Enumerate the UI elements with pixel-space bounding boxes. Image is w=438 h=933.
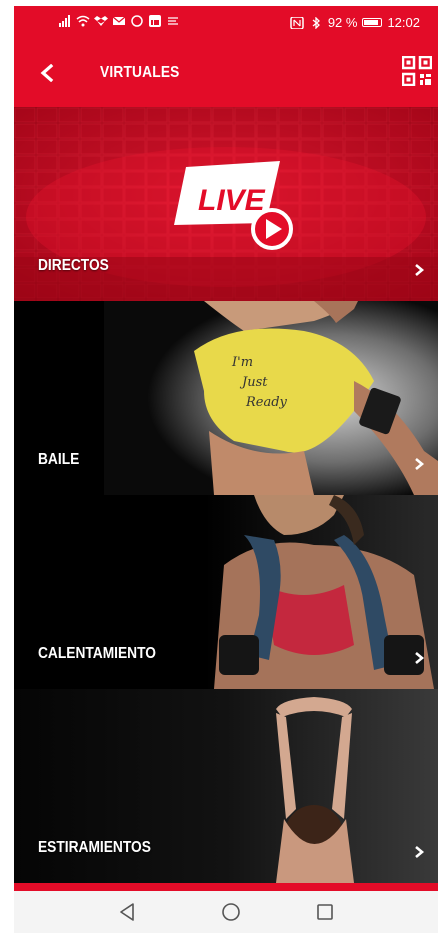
notification-icon	[168, 17, 178, 25]
category-label: DIRECTOS	[38, 257, 109, 274]
chevron-right-icon	[415, 652, 425, 664]
whatsapp-icon	[131, 15, 143, 27]
svg-text:Ready: Ready	[245, 395, 288, 410]
category-card-baile[interactable]: I'm Just Ready BAILE	[14, 301, 438, 495]
status-bar: 92 % 12:02	[14, 6, 438, 38]
category-list: LIVE DIRECTOS I'm Just Ready BAILE CALEN…	[14, 107, 438, 883]
nfc-icon	[290, 16, 304, 29]
back-button[interactable]	[30, 56, 64, 90]
chevron-right-icon	[415, 264, 425, 276]
app-screen: 92 % 12:02 VIRTUALES LIVE DIRECTOS I'm J…	[14, 6, 438, 891]
svg-text:I'm: I'm	[231, 355, 253, 370]
page-title: VIRTUALES	[100, 64, 180, 81]
category-card-directos[interactable]: LIVE DIRECTOS	[14, 107, 438, 301]
home-circle-icon[interactable]	[220, 901, 242, 923]
status-icons-left	[58, 15, 180, 27]
recents-square-icon[interactable]	[314, 901, 336, 923]
category-label: CALENTAMIENTO	[38, 645, 156, 662]
signal-icon	[59, 15, 70, 27]
mail-icon	[112, 16, 126, 25]
linkedin-icon	[149, 15, 161, 27]
app-bar: VIRTUALES	[14, 38, 438, 108]
chevron-right-icon	[415, 846, 425, 858]
chevron-right-icon	[415, 458, 425, 470]
status-time: 12:02	[387, 15, 420, 30]
category-label: BAILE	[38, 451, 80, 468]
live-badge-text: LIVE	[198, 184, 266, 217]
category-card-estiramientos[interactable]: ESTIRAMIENTOS	[14, 689, 438, 883]
system-nav-bar	[14, 891, 438, 933]
chevron-left-icon	[40, 64, 54, 82]
qr-code-icon	[401, 55, 433, 87]
qr-code-button[interactable]	[401, 55, 436, 90]
bluetooth-icon	[312, 16, 320, 29]
wifi-icon	[76, 15, 90, 27]
battery-icon	[362, 18, 383, 27]
dropbox-icon	[94, 16, 108, 26]
status-icons-right: 92 % 12:02	[290, 15, 420, 30]
back-triangle-icon[interactable]	[116, 901, 138, 923]
battery-percent: 92 %	[327, 15, 358, 30]
category-card-calentamiento[interactable]: CALENTAMIENTO	[14, 495, 438, 689]
svg-text:Just: Just	[239, 375, 268, 390]
category-label: ESTIRAMIENTOS	[38, 839, 151, 856]
